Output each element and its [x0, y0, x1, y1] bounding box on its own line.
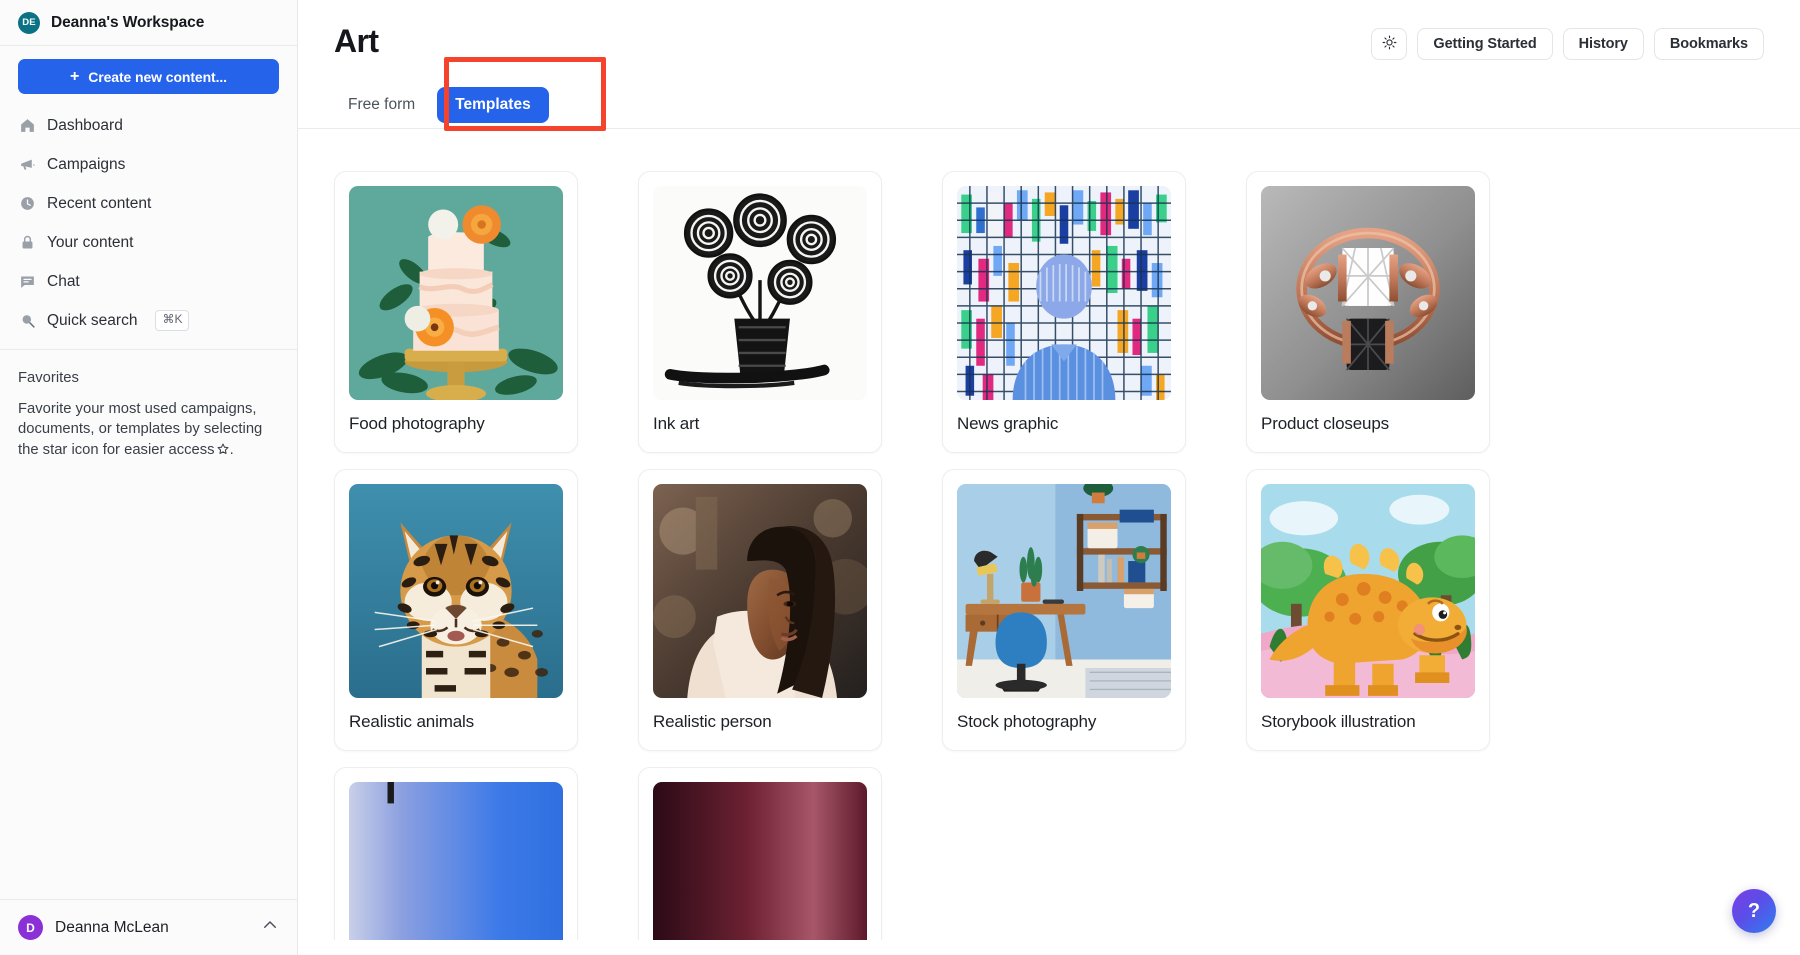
template-thumbnail — [1261, 484, 1475, 698]
template-thumbnail — [653, 484, 867, 698]
template-card-storybook-illustration[interactable]: Storybook illustration — [1246, 469, 1490, 751]
dino-artwork — [1261, 484, 1475, 698]
lock-icon — [18, 234, 36, 252]
app-root: DE Deanna's Workspace + Create new conte… — [0, 0, 1800, 955]
history-button[interactable]: History — [1563, 28, 1644, 60]
template-card-food-photography[interactable]: Food photography — [334, 171, 578, 453]
bookmarks-button[interactable]: Bookmarks — [1654, 28, 1764, 60]
template-card-news-graphic[interactable]: News graphic — [942, 171, 1186, 453]
home-icon — [18, 117, 36, 135]
workspace-header[interactable]: DE Deanna's Workspace — [0, 0, 297, 46]
view-tabs: Free form Templates — [334, 82, 1764, 128]
tab-templates[interactable]: Templates — [437, 87, 549, 123]
template-thumbnail — [957, 484, 1171, 698]
template-card-partial-2[interactable] — [638, 767, 882, 940]
page-title: Art — [334, 24, 378, 59]
sidebar-item-recent-content[interactable]: Recent content — [0, 184, 297, 223]
sidebar-item-your-content[interactable]: Your content — [0, 223, 297, 262]
template-card-partial-1[interactable] — [334, 767, 578, 940]
sidebar-spacer — [0, 462, 297, 899]
create-new-content-button[interactable]: + Create new content... — [18, 59, 279, 94]
getting-started-button[interactable]: Getting Started — [1417, 28, 1552, 60]
templates-scroll-area[interactable]: Food photography — [298, 129, 1800, 940]
brightness-icon — [1381, 34, 1398, 55]
favorites-description-end: . — [230, 442, 234, 458]
page-header-row: Art Getting Started History Bookmarks — [334, 24, 1764, 60]
template-thumbnail — [653, 782, 867, 940]
page-header: Art Getting Started History Bookmarks — [298, 0, 1800, 128]
template-card-label: News graphic — [957, 414, 1171, 434]
clock-icon — [18, 195, 36, 213]
template-card-label: Ink art — [653, 414, 867, 434]
sidebar-nav: Dashboard Campaigns Recent content Your … — [0, 103, 297, 340]
cake-artwork — [349, 186, 563, 400]
favorites-title: Favorites — [18, 370, 279, 386]
template-thumbnail — [957, 186, 1171, 400]
sidebar-item-campaigns[interactable]: Campaigns — [0, 145, 297, 184]
template-card-realistic-person[interactable]: Realistic person — [638, 469, 882, 751]
star-icon — [216, 442, 230, 462]
search-icon — [18, 312, 36, 330]
sidebar-item-label: Quick search — [47, 312, 137, 330]
ink-artwork — [653, 186, 867, 400]
template-thumbnail — [1261, 186, 1475, 400]
sidebar: DE Deanna's Workspace + Create new conte… — [0, 0, 298, 955]
template-card-realistic-animals[interactable]: Realistic animals — [334, 469, 578, 751]
template-card-label: Realistic animals — [349, 712, 563, 732]
template-card-label: Food photography — [349, 414, 563, 434]
favorites-section: Favorites Favorite your most used campai… — [0, 350, 297, 462]
sidebar-item-label: Campaigns — [47, 156, 125, 174]
sidebar-item-chat[interactable]: Chat — [0, 262, 297, 301]
template-card-ink-art[interactable]: Ink art — [638, 171, 882, 453]
template-card-product-closeups[interactable]: Product closeups — [1246, 171, 1490, 453]
help-button[interactable]: ? — [1732, 889, 1776, 933]
template-thumbnail — [349, 186, 563, 400]
create-new-content-label: Create new content... — [88, 69, 227, 85]
templates-grid: Food photography — [334, 129, 1764, 940]
dark-red-artwork — [653, 782, 867, 940]
ring-artwork — [1261, 186, 1475, 400]
sidebar-item-label: Dashboard — [47, 117, 123, 135]
template-thumbnail — [653, 186, 867, 400]
user-menu[interactable]: D Deanna McLean — [0, 899, 297, 955]
template-card-stock-photography[interactable]: Stock photography — [942, 469, 1186, 751]
person-artwork — [653, 484, 867, 698]
favorites-description-line2: documents, or templates by selecting — [18, 421, 262, 437]
blue-gradient-artwork — [349, 782, 563, 940]
template-card-label: Realistic person — [653, 712, 867, 732]
sidebar-item-label: Recent content — [47, 195, 151, 213]
sidebar-item-quick-search[interactable]: Quick search ⌘K — [0, 301, 297, 340]
sidebar-item-dashboard[interactable]: Dashboard — [0, 106, 297, 145]
sidebar-item-label: Your content — [47, 234, 133, 252]
tab-free-form[interactable]: Free form — [334, 88, 429, 122]
main-content: Art Getting Started History Bookmarks — [298, 0, 1800, 955]
news-graphic-artwork — [957, 186, 1171, 400]
workspace-avatar: DE — [18, 12, 40, 34]
template-thumbnail — [349, 484, 563, 698]
sidebar-item-label: Chat — [47, 273, 80, 291]
theme-toggle-button[interactable] — [1371, 28, 1407, 60]
favorites-description-line3: the star icon for easier access — [18, 442, 215, 458]
create-button-wrapper: + Create new content... — [0, 46, 297, 103]
template-card-label: Product closeups — [1261, 414, 1475, 434]
plus-icon: + — [70, 69, 79, 85]
header-actions: Getting Started History Bookmarks — [1371, 24, 1764, 60]
template-card-label: Stock photography — [957, 712, 1171, 732]
favorites-description: Favorite your most used campaigns, docum… — [18, 399, 270, 462]
desk-artwork — [957, 484, 1171, 698]
chat-icon — [18, 273, 36, 291]
quick-search-shortcut: ⌘K — [155, 310, 189, 331]
favorites-description-line1: Favorite your most used campaigns, — [18, 401, 257, 417]
template-thumbnail — [349, 782, 563, 940]
workspace-name: Deanna's Workspace — [51, 14, 204, 32]
chevron-up-icon[interactable] — [261, 916, 279, 939]
template-card-label: Storybook illustration — [1261, 712, 1475, 732]
ocelot-artwork — [349, 484, 563, 698]
megaphone-icon — [18, 156, 36, 174]
avatar: D — [18, 915, 43, 940]
user-name: Deanna McLean — [55, 919, 249, 937]
